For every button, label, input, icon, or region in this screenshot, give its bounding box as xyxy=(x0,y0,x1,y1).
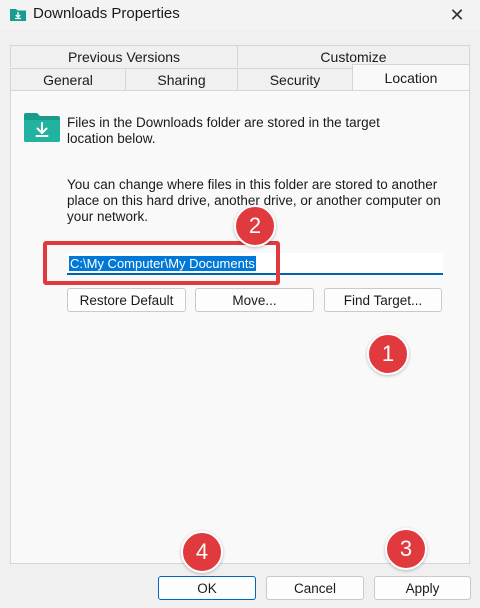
button-label: OK xyxy=(197,580,217,596)
tab-label: Sharing xyxy=(157,71,206,88)
tab-location[interactable]: Location xyxy=(352,64,470,90)
button-label: Apply xyxy=(405,580,440,596)
annotation-badge-2: 2 xyxy=(234,205,276,247)
cancel-button[interactable]: Cancel xyxy=(266,576,364,600)
restore-default-button[interactable]: Restore Default xyxy=(67,288,186,312)
button-label: Restore Default xyxy=(79,292,174,308)
close-button[interactable]: ✕ xyxy=(434,0,480,30)
apply-button[interactable]: Apply xyxy=(374,576,471,600)
close-icon: ✕ xyxy=(449,4,465,25)
annotation-badge-3: 3 xyxy=(385,528,427,570)
tab-security[interactable]: Security xyxy=(237,68,353,90)
tab-label: Location xyxy=(384,69,438,86)
tab-sharing[interactable]: Sharing xyxy=(125,68,238,90)
ok-button[interactable]: OK xyxy=(158,576,256,600)
find-target-button[interactable]: Find Target... xyxy=(324,288,442,312)
tab-previous-versions[interactable]: Previous Versions xyxy=(10,45,238,67)
button-label: Find Target... xyxy=(343,292,423,308)
location-intro-text: Files in the Downloads folder are stored… xyxy=(67,115,380,146)
tab-label: Security xyxy=(269,71,321,88)
downloads-folder-icon xyxy=(10,9,26,21)
tab-label: Customize xyxy=(320,48,387,65)
window-title: Downloads Properties xyxy=(33,5,180,22)
annotation-badge-4: 4 xyxy=(181,531,223,573)
location-panel xyxy=(10,90,470,564)
button-label: Cancel xyxy=(293,580,337,596)
tab-general[interactable]: General xyxy=(10,68,126,90)
move-button[interactable]: Move... xyxy=(195,288,314,312)
tab-label: General xyxy=(43,71,93,88)
tab-label: Previous Versions xyxy=(67,48,181,65)
path-highlight-box xyxy=(43,241,280,285)
button-label: Move... xyxy=(232,292,277,308)
downloads-folder-icon xyxy=(24,113,60,142)
title-bar: Downloads Properties ✕ xyxy=(0,0,480,30)
annotation-badge-1: 1 xyxy=(367,333,409,375)
